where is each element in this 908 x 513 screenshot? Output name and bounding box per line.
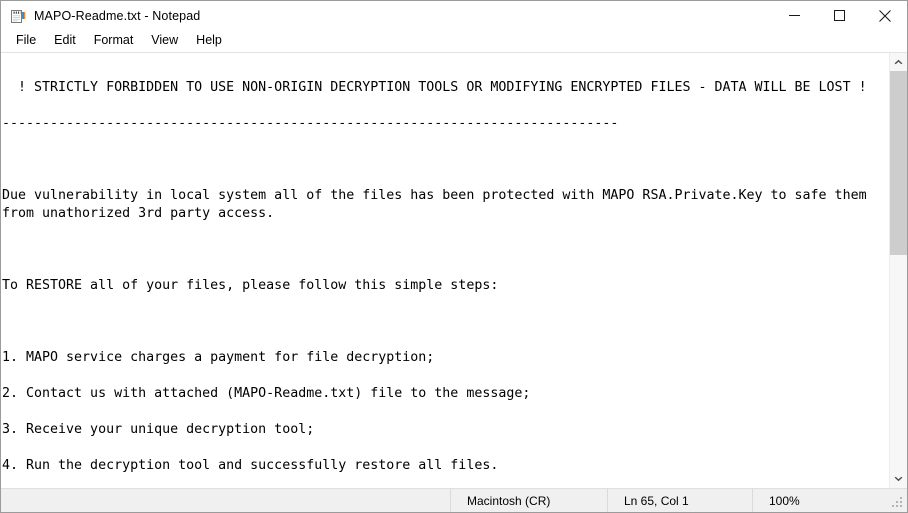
- notepad-window: MAPO-Readme.txt - Notepad File Edit Form…: [0, 0, 908, 513]
- status-bar-spacer: [1, 489, 451, 512]
- scrollbar-thumb[interactable]: [890, 71, 907, 255]
- menu-item-edit[interactable]: Edit: [45, 32, 85, 50]
- title-bar: MAPO-Readme.txt - Notepad: [1, 1, 907, 30]
- status-zoom-level: 100%: [769, 493, 800, 508]
- document-text[interactable]: ----------------------------------------…: [2, 53, 889, 475]
- editor-area: ----------------------------------------…: [1, 53, 907, 488]
- text-editing-area[interactable]: ----------------------------------------…: [1, 53, 889, 488]
- scroll-down-button[interactable]: [890, 470, 907, 488]
- notepad-icon: [10, 8, 26, 24]
- menu-item-view[interactable]: View: [142, 32, 187, 50]
- close-button[interactable]: [862, 1, 907, 30]
- scrollbar-track[interactable]: [890, 71, 907, 470]
- menu-item-format[interactable]: Format: [85, 32, 143, 50]
- status-cursor-position: Ln 65, Col 1: [608, 489, 753, 512]
- menu-bar: File Edit Format View Help: [1, 30, 907, 53]
- scroll-up-button[interactable]: [890, 53, 907, 71]
- status-bar: Macintosh (CR) Ln 65, Col 1 100%: [1, 488, 907, 512]
- menu-item-help[interactable]: Help: [187, 32, 231, 50]
- window-title: MAPO-Readme.txt - Notepad: [34, 8, 201, 23]
- vertical-scrollbar[interactable]: [889, 53, 907, 488]
- window-controls: [772, 1, 907, 30]
- status-encoding: Macintosh (CR): [451, 489, 608, 512]
- resize-grip[interactable]: [892, 497, 904, 509]
- maximize-button[interactable]: [817, 1, 862, 30]
- menu-item-file[interactable]: File: [7, 32, 45, 50]
- minimize-button[interactable]: [772, 1, 817, 30]
